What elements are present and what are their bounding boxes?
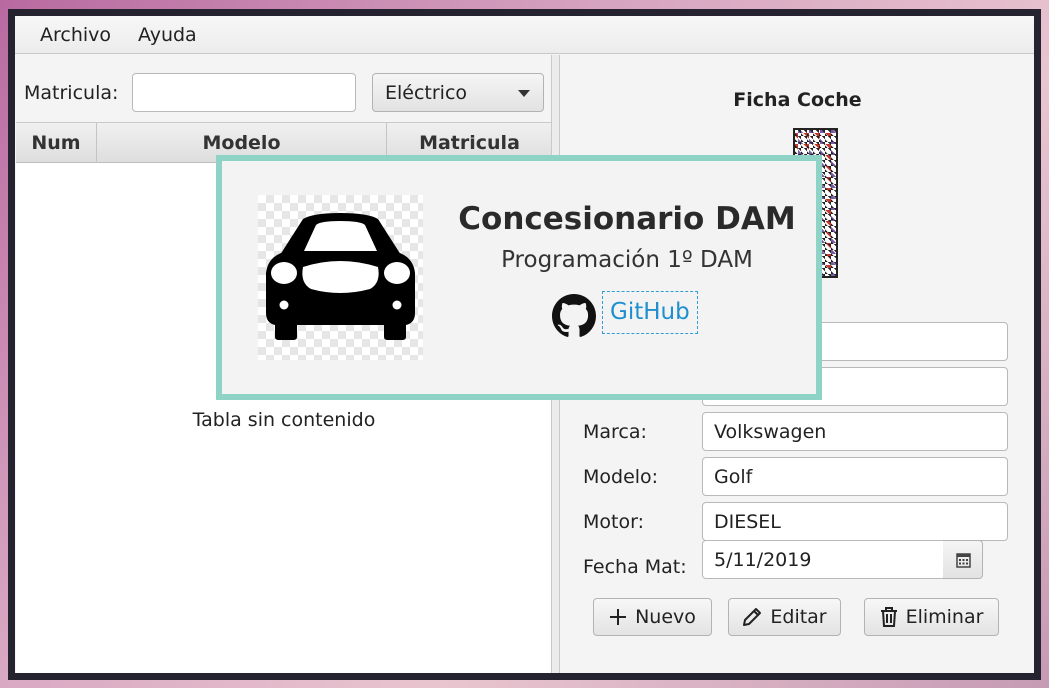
plate-filter-input[interactable] xyxy=(132,73,356,112)
delete-button[interactable]: Eliminar xyxy=(864,598,999,636)
app-subtitle: Programación 1º DAM xyxy=(501,247,753,273)
app-title: Concesionario DAM xyxy=(458,201,796,237)
chevron-down-icon xyxy=(518,90,530,97)
car-icon xyxy=(266,213,415,340)
edit-button[interactable]: Editar xyxy=(728,598,841,636)
trash-icon xyxy=(880,607,898,627)
registration-date-field[interactable] xyxy=(702,540,944,579)
delete-button-label: Eliminar xyxy=(905,606,984,628)
date-picker-button[interactable] xyxy=(943,540,983,579)
engine-label: Motor: xyxy=(583,511,644,533)
fuel-type-selected: Eléctrico xyxy=(385,82,468,104)
column-header-num[interactable]: Num xyxy=(16,123,97,163)
engine-field[interactable] xyxy=(702,502,1008,541)
menu-archivo[interactable]: Archivo xyxy=(40,24,111,46)
github-link[interactable]: GitHub xyxy=(602,291,698,334)
pencil-icon xyxy=(742,607,762,627)
fuel-type-combo[interactable]: Eléctrico xyxy=(372,73,544,112)
new-button-label: Nuevo xyxy=(635,606,696,628)
model-label: Modelo: xyxy=(583,466,659,488)
table-empty-placeholder: Tabla sin contenido xyxy=(192,409,376,431)
registration-date-label: Fecha Mat: xyxy=(583,556,687,578)
edit-button-label: Editar xyxy=(770,606,827,628)
model-field[interactable] xyxy=(702,457,1008,496)
menu-ayuda[interactable]: Ayuda xyxy=(138,24,197,46)
brand-field[interactable] xyxy=(702,412,1008,451)
new-button[interactable]: Nuevo xyxy=(593,598,712,636)
detail-title: Ficha Coche xyxy=(733,89,862,111)
github-icon xyxy=(552,294,596,342)
plus-icon xyxy=(609,608,627,626)
brand-label: Marca: xyxy=(583,421,647,443)
menu-bar: Archivo Ayuda xyxy=(15,16,1034,54)
plate-filter-label: Matricula: xyxy=(24,82,119,104)
calendar-icon xyxy=(956,553,971,568)
car-logo xyxy=(258,195,423,360)
about-splash-dialog: Concesionario DAM Programación 1º DAM Gi… xyxy=(216,155,822,400)
